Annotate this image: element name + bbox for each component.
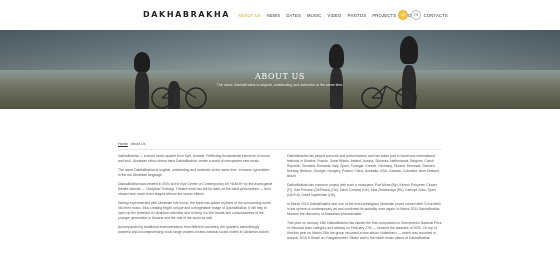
paragraph: This year on January 18th DakhaBrakha ha… [287,221,442,240]
language-en-button[interactable]: EN [411,10,421,20]
tall-hat-shape [134,52,150,72]
paragraph: The name DakhaBrakha is original, outsta… [118,168,270,177]
page-subtitle: The name DakhaBrakha is original, outsta… [216,83,344,87]
breadcrumb-home-link[interactable]: Home [118,142,128,146]
breadcrumb: Home About Us [118,142,145,146]
tall-hat-shape [400,36,418,64]
nav-item-dates[interactable]: Dates [286,13,301,18]
nav-item-news[interactable]: News [267,13,280,18]
breadcrumb-current: About Us [130,142,146,146]
paragraph: DakhaBrakha was created in 2004 at the K… [118,182,273,196]
language-ua-button[interactable]: UA [398,10,408,20]
site-logo[interactable]: DAKHABRAKHA [143,10,230,19]
paragraph: Having experimented with Ukrainian folk … [118,201,271,220]
paragraph: DakhaBrakha — a world music quartet from… [118,154,270,163]
tall-hat-shape [329,44,344,68]
content-column-left: DakhaBrakha — a world music quartet from… [118,154,273,239]
nav-item-about-us[interactable]: About us [238,13,261,18]
nav-item-music[interactable]: Music [307,13,322,18]
nav-item-video[interactable]: Video [327,13,341,18]
paragraph: Accompanied by traditional instrumentati… [118,225,270,234]
paragraph: DakhaBrakha has played concerts and perf… [287,154,440,178]
paragraph: In March 2010 DakhaBrakha won one of the… [287,202,441,216]
hero-sky [0,30,560,70]
nav-item-projects[interactable]: Projects [372,13,396,18]
paragraph: DakhaBrakha has common project with such… [287,183,438,197]
nav-item-contacts[interactable]: Contacts [424,13,448,18]
content-column-right: DakhaBrakha has played concerts and perf… [287,154,442,245]
hero-banner: ABOUT US The name DakhaBrakha is origina… [0,30,560,109]
nav-item-photos[interactable]: Photos [348,13,367,18]
page-title: ABOUT US [254,72,305,81]
content-divider [118,149,442,150]
site-header: DAKHABRAKHA About us News Dates Music Vi… [0,0,560,30]
